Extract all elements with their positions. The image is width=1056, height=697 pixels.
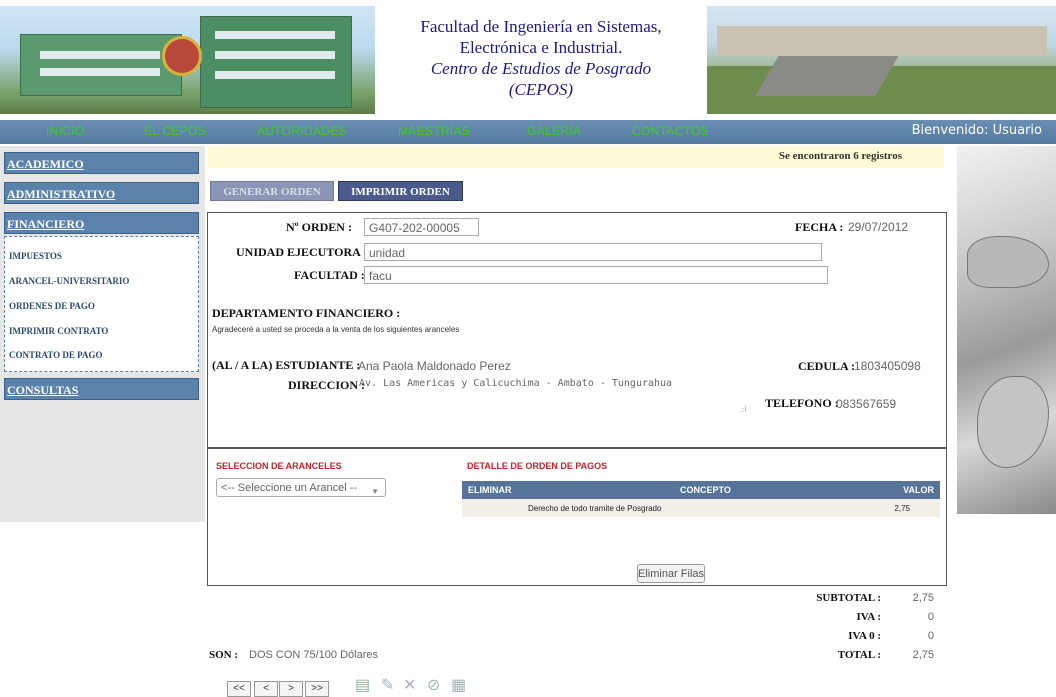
cancel-icon[interactable]: ⊘: [427, 678, 440, 694]
table-row[interactable]: Derecho de todo tramite de Posgrado 2,75: [462, 499, 940, 517]
nav-autoridades[interactable]: AUTORIDADES: [257, 124, 347, 138]
orden-label: Nº ORDEN :: [286, 220, 352, 234]
welcome-text: Bienvenido: Usuario: [911, 123, 1042, 138]
unidad-input[interactable]: unidad: [364, 243, 822, 261]
generar-orden-button[interactable]: GENERAR ORDEN: [210, 181, 334, 201]
results-banner: Se encontraron 6 registros: [207, 146, 944, 168]
sidebar-item-ordenes-de-pago[interactable]: ORDENES DE PAGO: [9, 301, 95, 311]
nav-contactos[interactable]: CONTACTOS: [632, 124, 709, 138]
order-form: Nº ORDEN : G407-202-00005 FECHA : 29/07/…: [207, 212, 947, 448]
imprimir-orden-button[interactable]: IMPRIMIR ORDEN: [338, 181, 463, 201]
nav-maestrias[interactable]: MAESTRÍAS: [398, 124, 470, 138]
seleccion-aranceles-title: SELECCION DE ARANCELES: [216, 461, 342, 471]
total-value: 2,75: [912, 649, 934, 661]
first-page-button[interactable]: <<: [227, 681, 251, 697]
telefono-label: TELEFONO :: [765, 396, 839, 410]
son-label: SON :: [209, 649, 239, 661]
fecha-value: 29/07/2012: [848, 220, 909, 234]
sidebar-item-contrato-de-pago[interactable]: CONTRATO DE PAGO: [9, 350, 103, 360]
subtotal-label: SUBTOTAL :: [816, 592, 881, 604]
iva-label: IVA :: [856, 611, 881, 623]
direccion-value[interactable]: Av. Las Americas y Calicuchima - Ambato …: [359, 378, 672, 389]
unidad-label: UNIDAD EJECUTORA :: [236, 245, 368, 259]
site-header: Facultad de Ingeniería en Sistemas, Elec…: [0, 0, 1056, 120]
dept-text: Agradeceré a usted se proceda a la venta…: [212, 325, 460, 334]
eliminar-filas-button[interactable]: Eliminar Filas: [637, 564, 705, 583]
delete-icon[interactable]: ✕: [403, 678, 416, 694]
total-label: TOTAL :: [837, 649, 881, 661]
sidebar-section-administrativo[interactable]: ADMINISTRATIVO: [4, 182, 199, 204]
resize-grip-icon[interactable]: .:l: [740, 405, 746, 414]
last-page-button[interactable]: >>: [305, 681, 329, 697]
nav-inicio[interactable]: INICIO: [46, 124, 84, 138]
sidebar-section-academico[interactable]: ACADEMICO: [4, 152, 199, 174]
direccion-label: DIRECCION :: [288, 378, 366, 392]
telefono-value: 083567659: [836, 397, 897, 411]
son-value: DOS CON 75/100 Dólares: [249, 649, 378, 661]
detalle-orden-title: DETALLE DE ORDEN DE PAGOS: [467, 461, 608, 471]
campus-photo-left: [0, 6, 375, 114]
chevron-down-icon: ▼: [371, 487, 379, 496]
cedula-label: CEDULA :: [798, 359, 856, 373]
faculty-title: Facultad de Ingeniería en Sistemas, Elec…: [375, 0, 707, 120]
facultad-label: FACULTAD :: [294, 268, 365, 282]
facultad-input[interactable]: facu: [364, 266, 828, 284]
orden-input[interactable]: G407-202-00005: [364, 218, 479, 236]
iva0-value: 0: [927, 630, 934, 642]
fecha-label: FECHA :: [795, 220, 844, 234]
row-concepto: Derecho de todo tramite de Posgrado: [528, 504, 662, 513]
edit-icon[interactable]: ✎: [381, 678, 394, 694]
sidebar-item-impuestos[interactable]: IMPUESTOS: [9, 251, 62, 261]
nav-galeria[interactable]: GALERÍA: [527, 124, 581, 138]
cedula-value: 1803405098: [854, 359, 921, 373]
results-count: Se encontraron 6 registros: [778, 150, 902, 162]
col-eliminar: ELIMINAR: [468, 485, 512, 495]
detalle-table-header: ELIMINAR CONCEPTO VALOR: [462, 481, 940, 499]
col-valor: VALOR: [903, 485, 934, 495]
col-concepto: CONCEPTO: [680, 485, 731, 495]
sidebar-section-consultas[interactable]: CONSULTAS: [4, 378, 199, 400]
campus-photo-right: [707, 6, 1056, 114]
title-line-3: Centro de Estudios de Posgrado: [430, 59, 652, 78]
sidebar-section-financiero[interactable]: FINANCIERO: [4, 212, 199, 234]
title-line-4: (CEPOS): [508, 80, 574, 99]
prev-page-button[interactable]: <: [254, 681, 278, 697]
iva0-label: IVA 0 :: [848, 630, 881, 642]
creation-of-adam-artwork: [957, 146, 1056, 514]
subtotal-value: 2,75: [912, 592, 934, 604]
new-document-icon[interactable]: ▤: [355, 678, 370, 694]
row-valor: 2,75: [894, 504, 910, 513]
aranceles-section: SELECCION DE ARANCELES <-- Seleccione un…: [207, 448, 947, 586]
main-nav: INICIO EL CEPOS AUTORIDADES MAESTRÍAS GA…: [0, 120, 1056, 144]
estudiante-label: (AL / A LA) ESTUDIANTE :: [212, 358, 361, 372]
sidebar-item-imprimir-contrato[interactable]: IMPRIMIR CONTRATO: [9, 326, 108, 336]
title-line-2: Electrónica e Industrial.: [459, 38, 623, 57]
dept-label: DEPARTAMENTO FINANCIERO :: [212, 306, 401, 320]
sidebar-item-arancel-universitario[interactable]: ARANCEL-UNIVERSITARIO: [9, 276, 129, 286]
arancel-select[interactable]: <-- Seleccione un Arancel -- ▼: [216, 478, 386, 497]
university-seal: [162, 36, 202, 76]
iva-value: 0: [927, 611, 934, 623]
print-icon[interactable]: ▦: [451, 678, 466, 694]
arancel-select-value: <-- Seleccione un Arancel --: [221, 482, 358, 494]
nav-el-cepos[interactable]: EL CEPOS: [144, 124, 206, 138]
next-page-button[interactable]: >: [279, 681, 303, 697]
estudiante-value: Ana Paola Maldonado Perez: [358, 359, 511, 373]
title-line-1: Facultad de Ingeniería en Sistemas,: [420, 17, 662, 36]
sidebar-financiero-submenu: IMPUESTOS ARANCEL-UNIVERSITARIO ORDENES …: [4, 236, 199, 372]
